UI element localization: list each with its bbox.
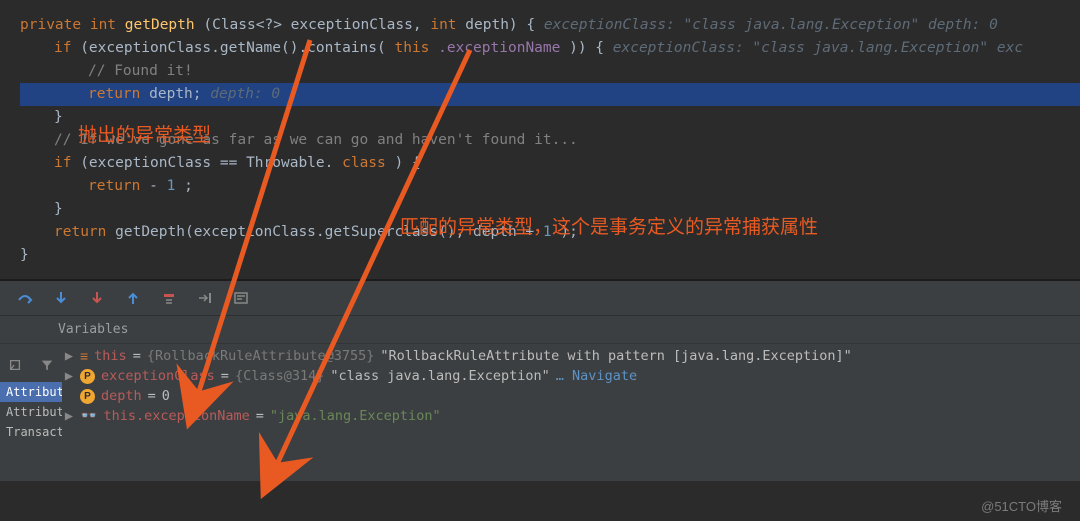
variable-row[interactable]: ▶ P depth = 0 (64, 386, 1080, 406)
code-text: ) { (395, 155, 421, 171)
expand-icon[interactable]: ▶ (64, 351, 74, 361)
code-text: (exceptionClass == Throwable. (80, 155, 333, 171)
step-into-icon[interactable] (52, 289, 70, 307)
variable-row[interactable]: ▶ ≡ this = {RollbackRuleAttribute@3755} … (64, 346, 1080, 366)
keyword: int (430, 17, 456, 33)
force-step-into-icon[interactable] (88, 289, 106, 307)
keyword: this (394, 40, 429, 56)
variable-name: exceptionClass (101, 368, 215, 384)
drop-frame-icon[interactable] (160, 289, 178, 307)
equals: = (148, 388, 156, 404)
code-text: depth; (149, 86, 201, 102)
brace: } (54, 109, 63, 125)
expand-icon[interactable]: ▶ (64, 371, 74, 381)
code-text: )) { (569, 40, 604, 56)
variable-value: 0 (162, 388, 170, 404)
variable-class: {RollbackRuleAttribute@3755} (147, 348, 375, 364)
brace: } (54, 201, 63, 217)
variables-tree[interactable]: ▶ ≡ this = {RollbackRuleAttribute@3755} … (0, 344, 1080, 426)
watch-icon: 👓 (80, 408, 97, 424)
variable-name: depth (101, 388, 142, 404)
step-out-icon[interactable] (124, 289, 142, 307)
param-icon: P (80, 389, 95, 404)
frames-sidebar: Attribute Attribute Transact (0, 356, 62, 481)
keyword: if (54, 40, 71, 56)
keyword: class (342, 155, 386, 171)
equals: = (133, 348, 141, 364)
brace: } (20, 247, 29, 263)
code-text: (Class<?> exceptionClass, (203, 17, 421, 33)
keyword: int (90, 17, 116, 33)
inlay-hint: exceptionClass: "class java.lang.Excepti… (613, 40, 1023, 56)
code-line: return - 1 ; (20, 175, 1080, 198)
variable-value: "java.lang.Exception" (270, 408, 441, 424)
debug-toolbar (0, 281, 1080, 316)
navigate-link[interactable]: … Navigate (556, 368, 637, 384)
code-text: (exceptionClass.getName().contains( (80, 40, 386, 56)
debug-panel: Variables Attribute Attribute Transact ▶… (0, 281, 1080, 481)
variable-value: "class java.lang.Exception" (330, 368, 549, 384)
variable-name: this.exceptionName (103, 408, 249, 424)
code-line: if (exceptionClass == Throwable. class )… (20, 152, 1080, 175)
this-icon: ≡ (80, 348, 88, 364)
inlay-hint: depth: 0 (210, 86, 280, 102)
variable-row[interactable]: ▶ P exceptionClass = {Class@314} "class … (64, 366, 1080, 386)
field: .exceptionName (438, 40, 560, 56)
filter-icon[interactable] (40, 356, 54, 374)
param-icon: P (80, 369, 95, 384)
comment: // Found it! (88, 63, 193, 79)
variables-tab[interactable]: Variables (0, 316, 1080, 344)
keyword: return (54, 224, 106, 240)
variable-class: {Class@314} (235, 368, 324, 384)
variable-value: "RollbackRuleAttribute with pattern [jav… (380, 348, 851, 364)
frame-tab[interactable]: Attribute (0, 402, 62, 422)
code-line: } (20, 244, 1080, 267)
code-line: if (exceptionClass.getName().contains( t… (20, 37, 1080, 60)
code-text: - (149, 178, 158, 194)
frame-tab[interactable]: Attribute (0, 382, 62, 402)
keyword: private (20, 17, 81, 33)
keyword: return (88, 86, 140, 102)
number: 1 (167, 178, 176, 194)
equals: = (221, 368, 229, 384)
code-line: // Found it! (20, 60, 1080, 83)
expand-icon[interactable]: ▶ (64, 411, 74, 421)
inlay-hint: exceptionClass: "class java.lang.Excepti… (544, 17, 998, 33)
highlighted-line: return depth; depth: 0 (20, 83, 1080, 106)
run-to-cursor-icon[interactable] (196, 289, 214, 307)
variable-name: this (94, 348, 127, 364)
code-line: private int getDepth (Class<?> exception… (20, 14, 1080, 37)
equals: = (256, 408, 264, 424)
code-text: depth) { (465, 17, 535, 33)
restore-layout-icon[interactable] (8, 356, 22, 374)
frame-tab[interactable]: Transact (0, 422, 62, 442)
variable-row[interactable]: ▶ 👓 this.exceptionName = "java.lang.Exce… (64, 406, 1080, 426)
annotation-left: 抛出的异常类型 (78, 120, 211, 147)
step-over-icon[interactable] (16, 289, 34, 307)
keyword: return (88, 178, 140, 194)
code-text: ; (184, 178, 193, 194)
evaluate-expression-icon[interactable] (232, 289, 250, 307)
annotation-right: 匹配的异常类型，这个是事务定义的异常捕获属性 (400, 212, 818, 239)
keyword: if (54, 155, 71, 171)
method-name: getDepth (125, 17, 195, 33)
watermark: @51CTO博客 (981, 496, 1062, 515)
